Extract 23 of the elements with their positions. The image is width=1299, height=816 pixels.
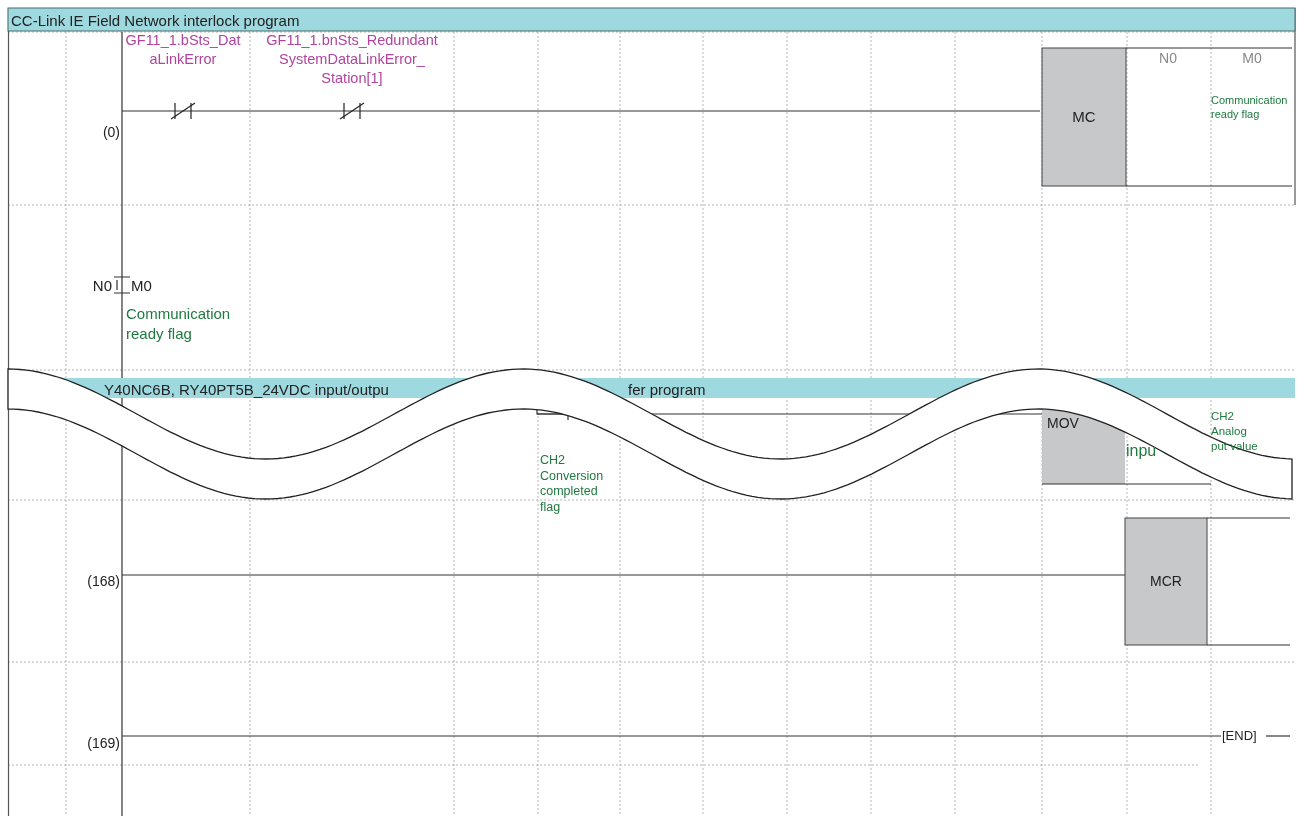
normally-closed-contact-icon xyxy=(339,102,365,120)
device-comment: Communication ready flag xyxy=(1211,94,1288,120)
section-title: fer program xyxy=(628,381,706,398)
nesting-device: M0 xyxy=(131,277,152,294)
instruction-name: MC xyxy=(1072,108,1096,125)
section-title: CC-Link IE Field Network interlock program xyxy=(11,12,300,29)
nesting-label: N0 xyxy=(92,277,112,294)
instruction-name: MCR xyxy=(1150,573,1182,589)
device-comment: inpu xyxy=(1126,442,1157,459)
operand: M0 xyxy=(1242,50,1262,66)
section-title: Y40NC6B, RY40PT5B_24VDC input/outpu xyxy=(104,381,389,398)
device-comment: CH2 Analog put value xyxy=(1211,410,1258,452)
step-number: (0) xyxy=(102,124,120,140)
device-comment: Communication ready flag xyxy=(126,305,231,342)
step-number: (169) xyxy=(87,735,120,751)
end-instruction: [END] xyxy=(1222,728,1257,743)
instruction-name: MOV xyxy=(1047,415,1079,431)
normally-closed-contact-icon xyxy=(170,102,196,120)
step-number: (168) xyxy=(87,573,120,589)
device-label: GF11_1.bnSts_Redundant SystemDataLinkError_ Station[1] xyxy=(266,32,438,86)
device-comment: CH2 Conversion completed flag xyxy=(540,453,604,514)
operand: N0 xyxy=(1159,50,1177,66)
device-label: GF11_1.bSts_Dat aLinkError xyxy=(125,32,241,67)
